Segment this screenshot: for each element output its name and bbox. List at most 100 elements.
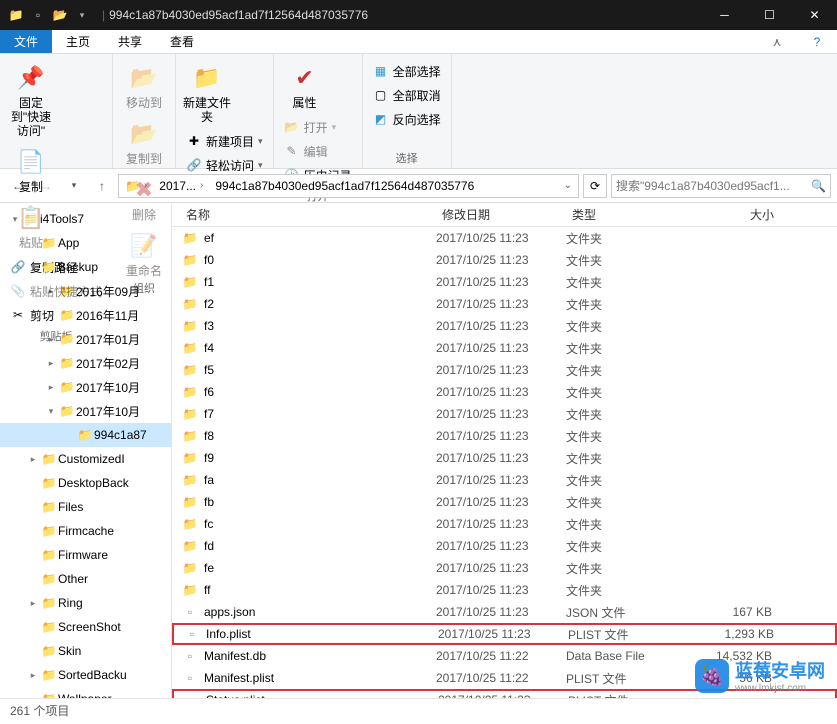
file-row[interactable]: ▫Info.plist2017/10/25 11:23PLIST 文件1,293… — [172, 623, 837, 645]
tree-label: 2017年10月 — [76, 403, 140, 420]
select-all-button[interactable]: ▦全部选择 — [369, 60, 445, 82]
tree-item[interactable]: ▸📁2016年11月 — [0, 303, 171, 327]
col-size[interactable]: 大小 — [680, 206, 780, 223]
tree-item[interactable]: 📁Files — [0, 495, 171, 519]
tab-file[interactable]: 文件 — [0, 30, 52, 53]
paste-button[interactable]: 📋粘贴 — [6, 198, 56, 250]
address-bar[interactable]: 📁› 2017...› 994c1a87b4030ed95acf1ad7f125… — [118, 174, 579, 198]
tab-share[interactable]: 共享 — [104, 30, 156, 53]
tree-item[interactable]: ▸📁SortedBacku — [0, 663, 171, 687]
recent-locations-button[interactable]: ▾ — [62, 174, 86, 198]
tree-item[interactable]: ▸📁2017年01月 — [0, 327, 171, 351]
file-row[interactable]: 📁f32017/10/25 11:23文件夹 — [172, 315, 837, 337]
file-row[interactable]: 📁f72017/10/25 11:23文件夹 — [172, 403, 837, 425]
column-header[interactable]: 名称 修改日期 类型 大小 — [172, 203, 837, 227]
paste-shortcut-button[interactable]: 📎粘贴快捷方式 — [6, 280, 106, 302]
file-row[interactable]: ▫apps.json2017/10/25 11:23JSON 文件167 KB — [172, 601, 837, 623]
file-type: 文件夹 — [566, 406, 680, 423]
tree-item[interactable]: 📁DesktopBack — [0, 471, 171, 495]
tree-twisty-icon[interactable]: ▸ — [26, 454, 40, 465]
tree-item[interactable]: 📁Skin — [0, 639, 171, 663]
copy-to-button[interactable]: 📂复制到 — [119, 114, 169, 166]
open-button[interactable]: 📂打开▾ — [280, 116, 356, 138]
tab-home[interactable]: 主页 — [52, 30, 104, 53]
chevron-down-icon[interactable]: ⌄ — [564, 180, 572, 191]
file-row[interactable]: 📁fa2017/10/25 11:23文件夹 — [172, 469, 837, 491]
file-row[interactable]: 📁f92017/10/25 11:23文件夹 — [172, 447, 837, 469]
tree-label: Other — [58, 572, 88, 586]
file-row[interactable]: 📁fe2017/10/25 11:23文件夹 — [172, 557, 837, 579]
file-row[interactable]: 📁f02017/10/25 11:23文件夹 — [172, 249, 837, 271]
breadcrumb-seg[interactable]: 994c1a87b4030ed95acf1ad7f12564d487035776 — [215, 179, 474, 193]
tree-label: Files — [58, 500, 83, 514]
tree-twisty-icon[interactable]: ▸ — [26, 670, 40, 681]
qat-open-icon[interactable]: 📂 — [52, 7, 68, 23]
tree-label: 2016年11月 — [76, 307, 139, 324]
tree-twisty-icon[interactable]: ▾ — [44, 406, 58, 417]
file-type: 文件夹 — [566, 340, 680, 357]
file-row[interactable]: 📁f62017/10/25 11:23文件夹 — [172, 381, 837, 403]
tree-item[interactable]: ▸📁2017年10月 — [0, 375, 171, 399]
invert-selection-button[interactable]: ◩反向选择 — [369, 108, 445, 130]
col-name[interactable]: 名称 — [172, 206, 436, 223]
file-name: fb — [204, 495, 214, 509]
file-row[interactable]: 📁fb2017/10/25 11:23文件夹 — [172, 491, 837, 513]
file-list[interactable]: 📁ef2017/10/25 11:23文件夹📁f02017/10/25 11:2… — [172, 227, 837, 698]
ribbon-collapse-button[interactable]: ⋏ — [757, 30, 797, 53]
file-date: 2017/10/25 11:23 — [436, 407, 566, 421]
back-button[interactable]: ← — [6, 174, 30, 198]
file-date: 2017/10/25 11:22 — [436, 671, 566, 685]
tree-item[interactable]: ▸📁CustomizedI — [0, 447, 171, 471]
tree-item[interactable]: 📁Firmware — [0, 543, 171, 567]
tree-twisty-icon[interactable]: ▸ — [44, 310, 58, 321]
col-date[interactable]: 修改日期 — [436, 206, 566, 223]
tree-item[interactable]: ▾📁2017年10月 — [0, 399, 171, 423]
file-row[interactable]: 📁f42017/10/25 11:23文件夹 — [172, 337, 837, 359]
file-name: f8 — [204, 429, 214, 443]
tree-item[interactable]: ▸📁2017年02月 — [0, 351, 171, 375]
file-row[interactable]: 📁f82017/10/25 11:23文件夹 — [172, 425, 837, 447]
pin-button[interactable]: 📌固定到"快速访问" — [6, 58, 56, 138]
file-row[interactable]: 📁f12017/10/25 11:23文件夹 — [172, 271, 837, 293]
qat-dropdown-icon[interactable]: ▾ — [74, 7, 90, 23]
file-row[interactable]: 📁fd2017/10/25 11:23文件夹 — [172, 535, 837, 557]
up-button[interactable]: ↑ — [90, 174, 114, 198]
close-button[interactable]: ✕ — [792, 0, 837, 30]
rename-button[interactable]: 📝重命名 — [119, 226, 169, 278]
file-date: 2017/10/25 11:23 — [438, 693, 568, 698]
tree-twisty-icon[interactable]: ▸ — [26, 598, 40, 609]
new-folder-button[interactable]: 📁新建文件夹 — [182, 58, 232, 124]
ribbon: 📌固定到"快速访问" 📄复制 📋粘贴 🔗复制路径 📎粘贴快捷方式 ✂剪切 剪贴板… — [0, 54, 837, 169]
help-button[interactable]: ? — [797, 30, 837, 53]
tree-twisty-icon[interactable]: ▸ — [44, 358, 58, 369]
file-row[interactable]: 📁f52017/10/25 11:23文件夹 — [172, 359, 837, 381]
properties-button[interactable]: ✔属性 — [280, 58, 330, 110]
search-input[interactable]: 搜索"994c1a87b4030ed95acf1... 🔍 — [611, 174, 831, 198]
forward-button[interactable]: → — [34, 174, 58, 198]
tree-item[interactable]: 📁Firmcache — [0, 519, 171, 543]
minimize-button[interactable]: ─ — [702, 0, 747, 30]
new-item-button[interactable]: ✚新建项目▾ — [182, 130, 267, 152]
delete-button[interactable]: ✖删除 — [119, 170, 169, 222]
tree-item[interactable]: ▸📁Ring — [0, 591, 171, 615]
tree-twisty-icon[interactable]: ▸ — [44, 382, 58, 393]
file-row[interactable]: 📁fc2017/10/25 11:23文件夹 — [172, 513, 837, 535]
refresh-button[interactable]: ⟳ — [583, 174, 607, 198]
file-name: f0 — [204, 253, 214, 267]
tree-twisty-icon[interactable]: ▾ — [26, 262, 40, 273]
file-icon: ▫ — [184, 627, 200, 641]
file-row[interactable]: 📁ef2017/10/25 11:23文件夹 — [172, 227, 837, 249]
tree-twisty-icon[interactable]: ▸ — [44, 334, 58, 345]
tree-item[interactable]: 📁ScreenShot — [0, 615, 171, 639]
select-none-button[interactable]: ▢全部取消 — [369, 84, 445, 106]
file-row[interactable]: 📁f22017/10/25 11:23文件夹 — [172, 293, 837, 315]
tab-view[interactable]: 查看 — [156, 30, 208, 53]
file-row[interactable]: 📁ff2017/10/25 11:23文件夹 — [172, 579, 837, 601]
tree-item[interactable]: 📁Other — [0, 567, 171, 591]
maximize-button[interactable]: ☐ — [747, 0, 792, 30]
edit-button[interactable]: ✎编辑 — [280, 140, 356, 162]
move-to-button[interactable]: 📂移动到 — [119, 58, 169, 110]
tree-item[interactable]: 📁Wallpaper — [0, 687, 171, 698]
tree-item[interactable]: 📁994c1a87 — [0, 423, 171, 447]
col-type[interactable]: 类型 — [566, 206, 680, 223]
